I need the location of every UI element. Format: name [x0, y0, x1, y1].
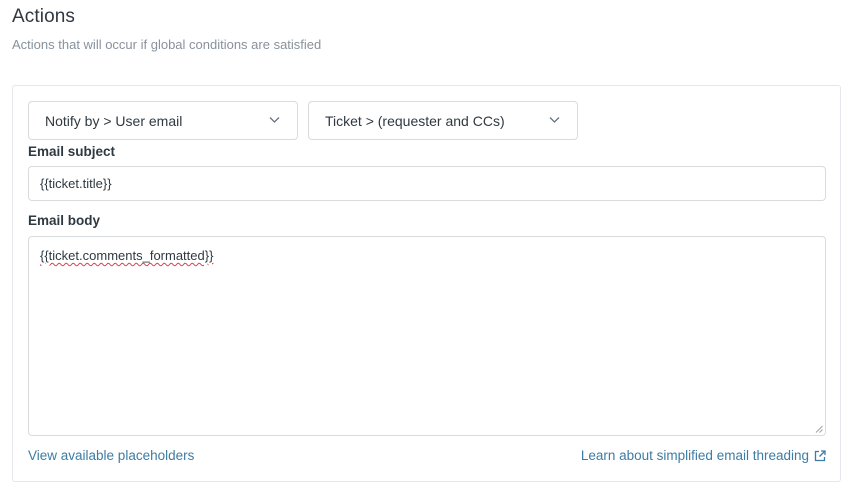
- email-threading-link[interactable]: Learn about simplified email threading: [581, 448, 826, 463]
- email-subject-label: Email subject: [28, 144, 116, 159]
- email-body-text: {{ticket.comments_formatted}}: [40, 248, 214, 263]
- view-placeholders-link[interactable]: View available placeholders: [28, 448, 194, 463]
- email-body-label: Email body: [28, 213, 101, 228]
- chevron-down-icon: [549, 117, 560, 123]
- recipient-select-value: Ticket > (requester and CCs): [325, 112, 505, 129]
- notify-by-select[interactable]: Notify by > User email: [28, 101, 298, 140]
- email-threading-link-label: Learn about simplified email threading: [580, 448, 809, 463]
- external-link-icon: [814, 449, 826, 461]
- chevron-down-icon: [269, 117, 280, 123]
- notify-by-select-value: Notify by > User email: [45, 112, 183, 129]
- resize-grip-icon[interactable]: [815, 425, 823, 433]
- page-title: Actions: [12, 6, 76, 27]
- recipient-select[interactable]: Ticket > (requester and CCs): [308, 101, 578, 140]
- email-body-textarea[interactable]: {{ticket.comments_formatted}}: [28, 236, 826, 436]
- email-subject-input[interactable]: {{ticket.title}}: [28, 166, 826, 201]
- page-subtitle: Actions that will occur if global condit…: [12, 37, 322, 52]
